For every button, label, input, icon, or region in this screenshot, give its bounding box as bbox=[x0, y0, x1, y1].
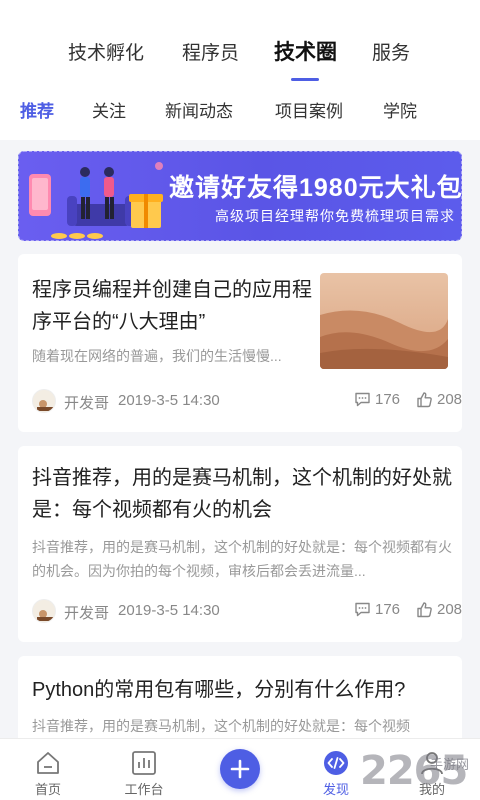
like-count[interactable]: 208 bbox=[416, 391, 462, 408]
home-icon bbox=[37, 752, 59, 774]
article-card[interactable]: Python的常用包有哪些，分别有什么作用? 抖音推荐，用的是赛马机制，这个机制… bbox=[18, 656, 462, 738]
nav-workbench-label: 工作台 bbox=[124, 782, 164, 797]
avatar[interactable] bbox=[32, 389, 56, 413]
author-name[interactable]: 开发哥 bbox=[64, 392, 109, 413]
subtab-news[interactable]: 新闻动态 bbox=[165, 97, 233, 122]
desert-dunes-image bbox=[320, 273, 448, 369]
subtab-academy[interactable]: 学院 bbox=[383, 97, 417, 122]
subtab-follow[interactable]: 关注 bbox=[92, 97, 126, 122]
author-name[interactable]: 开发哥 bbox=[64, 602, 109, 623]
banner-title: 邀请好友得1980元大礼包 bbox=[169, 174, 462, 202]
thumbs-up-icon bbox=[417, 602, 432, 618]
thumbs-up-icon bbox=[417, 392, 432, 408]
comment-count[interactable]: 176 bbox=[354, 601, 400, 618]
like-count-value: 208 bbox=[437, 601, 463, 618]
nav-workbench[interactable]: 工作台 bbox=[104, 739, 184, 800]
article-title[interactable]: Python的常用包有哪些，分别有什么作用? bbox=[32, 674, 452, 706]
article-meta: 开发哥 2019-3-5 14:30 176 208 bbox=[32, 599, 462, 625]
tab-service[interactable]: 服务 bbox=[372, 38, 410, 65]
nav-home[interactable]: 首页 bbox=[8, 739, 88, 800]
tab-incubation[interactable]: 技术孵化 bbox=[68, 38, 144, 65]
watermark: 2265 手游网 bbox=[360, 742, 480, 800]
comment-count-value: 176 bbox=[375, 601, 401, 618]
like-count[interactable]: 208 bbox=[416, 601, 462, 618]
article-title[interactable]: 程序员编程并创建自己的应用程序平台的“八大理由” bbox=[32, 274, 312, 338]
subtab-cases[interactable]: 项目案例 bbox=[275, 97, 343, 122]
tab-tech-circle[interactable]: 技术圈 bbox=[274, 36, 337, 66]
active-tab-indicator bbox=[291, 78, 319, 81]
publish-date: 2019-3-5 14:30 bbox=[118, 392, 220, 409]
article-excerpt: 抖音推荐，用的是赛马机制，这个机制的好处就是：每个视频 bbox=[32, 718, 410, 734]
sub-tabs: 推荐 关注 新闻动态 项目案例 学院 bbox=[0, 97, 480, 127]
subtab-recommend[interactable]: 推荐 bbox=[20, 97, 54, 122]
dashboard-icon bbox=[132, 751, 156, 775]
main-tabs: 技术孵化 程序员 技术圈 服务 bbox=[0, 38, 480, 82]
watermark-text: 手游网 bbox=[430, 757, 470, 772]
publish-date: 2019-3-5 14:30 bbox=[118, 602, 220, 619]
article-meta: 开发哥 2019-3-5 14:30 176 208 bbox=[32, 389, 462, 415]
code-icon bbox=[324, 751, 348, 775]
header: 技术孵化 程序员 技术圈 服务 推荐 关注 新闻动态 项目案例 学院 bbox=[0, 0, 480, 140]
avatar-icon bbox=[33, 390, 55, 412]
avatar[interactable] bbox=[32, 599, 56, 623]
comment-count[interactable]: 176 bbox=[354, 391, 400, 408]
article-title[interactable]: 抖音推荐，用的是赛马机制，这个机制的好处就是：每个视频都有火的机会 bbox=[32, 462, 452, 526]
promo-banner[interactable]: 邀请好友得1980元大礼包 高级项目经理帮你免费梳理项目需求 bbox=[18, 151, 462, 241]
article-card[interactable]: 程序员编程并创建自己的应用程序平台的“八大理由” 随着现在网络的普遍，我们的生活… bbox=[18, 254, 462, 432]
banner-illustration bbox=[29, 162, 163, 239]
comment-icon bbox=[355, 392, 370, 407]
tab-programmer[interactable]: 程序员 bbox=[182, 38, 239, 65]
comment-count-value: 176 bbox=[375, 391, 401, 408]
nav-home-label: 首页 bbox=[34, 782, 61, 797]
banner-subtitle: 高级项目经理帮你免费梳理项目需求 bbox=[215, 208, 455, 224]
plus-icon bbox=[230, 759, 250, 779]
article-excerpt: 抖音推荐，用的是赛马机制，这个机制的好处就是：每个视频都有火的机会。因为你拍的每… bbox=[32, 539, 452, 579]
comment-icon bbox=[355, 602, 370, 617]
thumbnail-art bbox=[320, 273, 448, 369]
add-post-button[interactable] bbox=[220, 749, 260, 789]
article-excerpt: 随着现在网络的普遍，我们的生活慢慢... bbox=[32, 348, 282, 364]
like-count-value: 208 bbox=[437, 391, 463, 408]
avatar-icon bbox=[33, 600, 55, 622]
article-card[interactable]: 抖音推荐，用的是赛马机制，这个机制的好处就是：每个视频都有火的机会 抖音推荐，用… bbox=[18, 446, 462, 642]
